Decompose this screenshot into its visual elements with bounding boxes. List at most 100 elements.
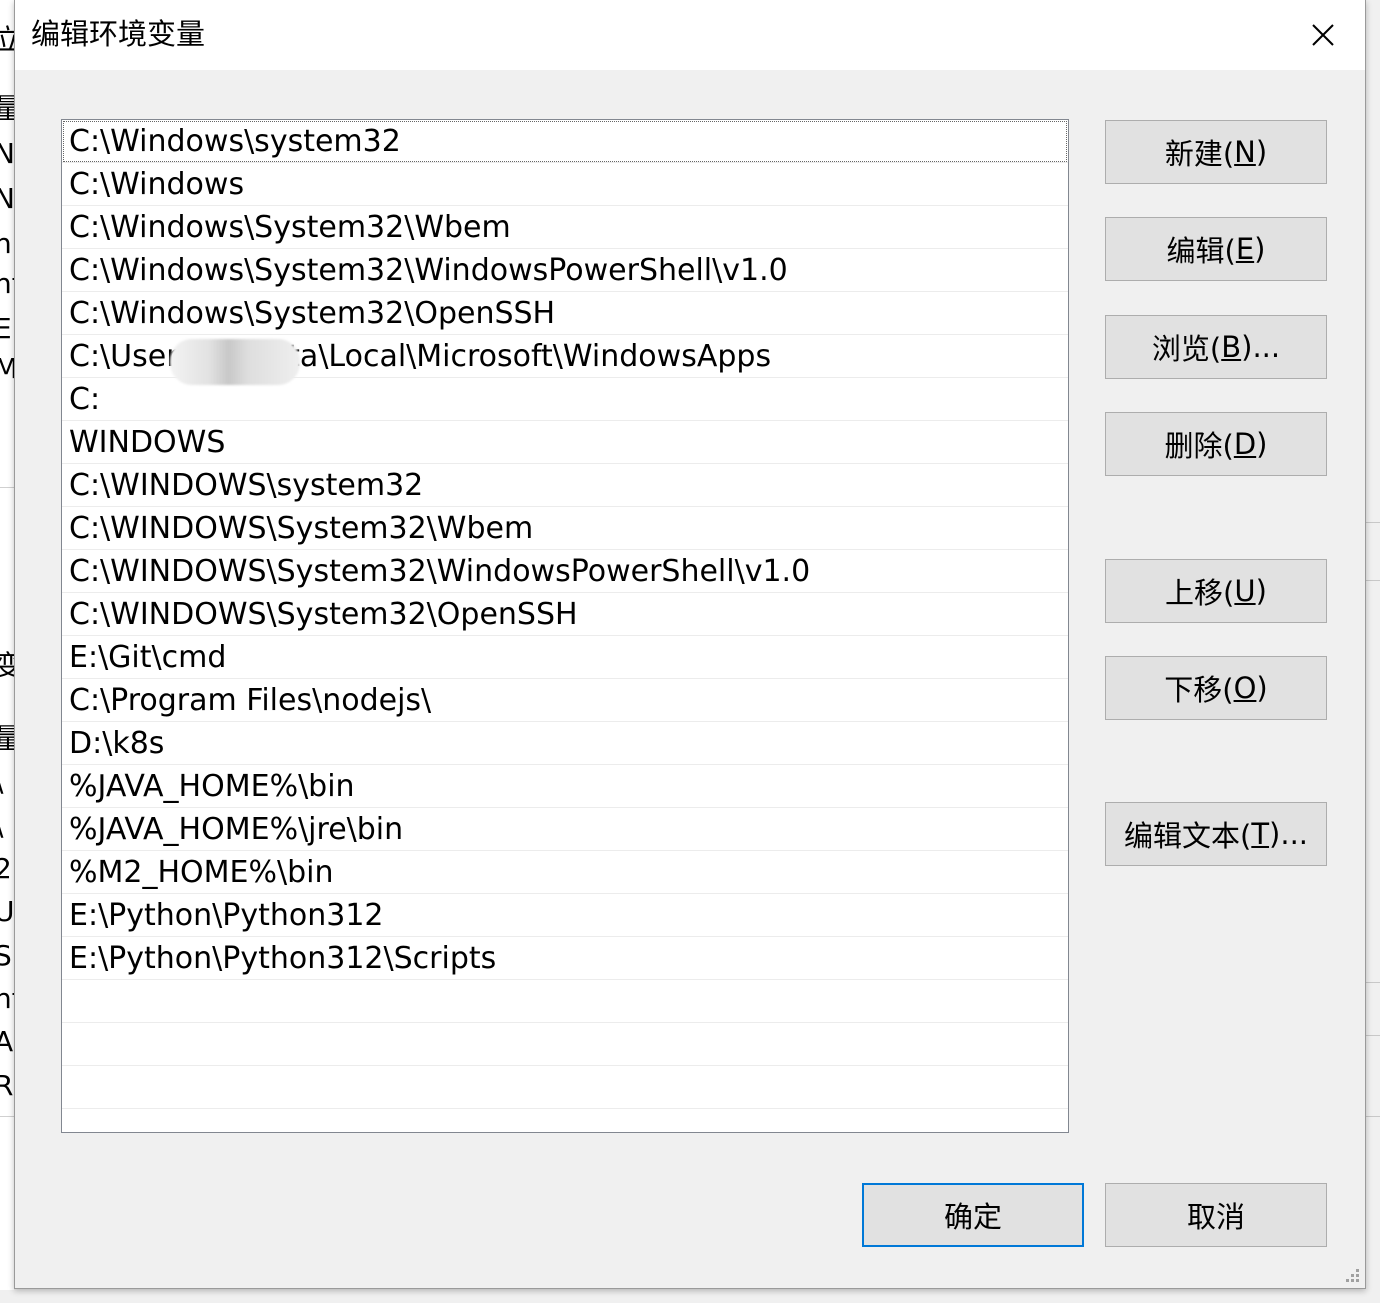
background-divider [1366, 1035, 1380, 1036]
path-text: WINDOWS [69, 425, 226, 460]
button-label: 浏览( [1151, 332, 1222, 366]
background-text: N [0, 182, 14, 215]
browse-button[interactable]: 浏览(B)... [1105, 315, 1327, 379]
path-text: E:\Git\cmd [69, 640, 227, 675]
resize-grip-icon[interactable] [1339, 1262, 1361, 1284]
title-bar: 编辑环境变量 [15, 0, 1365, 70]
path-list-item[interactable]: C:\Windows\system32 [62, 120, 1068, 163]
background-divider [0, 487, 14, 488]
path-list-item[interactable]: %M2_HOME%\bin [62, 851, 1068, 894]
path-list-item[interactable] [62, 1066, 1068, 1109]
path-text: D:\k8s [69, 726, 165, 761]
ok-button[interactable]: 确定 [862, 1183, 1084, 1247]
background-text: 量 [0, 725, 14, 753]
button-label: 下移( [1164, 673, 1234, 707]
close-button[interactable] [1281, 0, 1365, 70]
button-label: 编辑( [1166, 234, 1236, 268]
accelerator-key: O [1233, 671, 1257, 705]
edit-env-var-dialog: 编辑环境变量 C:\Windows\system32 C:\Windows C:\W… [14, 0, 1366, 1289]
background-text: R [0, 1069, 14, 1102]
path-list-item[interactable]: C:\Windows [62, 163, 1068, 206]
button-label: ) [1254, 232, 1266, 266]
background-text: N [0, 137, 14, 170]
path-text: %JAVA_HOME%\jre\bin [69, 812, 404, 847]
path-list-item[interactable]: %JAVA_HOME%\bin [62, 765, 1068, 808]
background-window-edge-right [1366, 0, 1380, 1303]
path-list-item[interactable]: D:\k8s [62, 722, 1068, 765]
move-up-button[interactable]: 上移(U) [1105, 559, 1327, 623]
dialog-title: 编辑环境变量 [31, 17, 206, 51]
path-list[interactable]: C:\Windows\system32 C:\Windows C:\Windows\… [61, 119, 1069, 1133]
background-text: \ [0, 768, 3, 796]
accelerator-key: E [1235, 232, 1255, 266]
new-button[interactable]: 新建(N) [1105, 120, 1327, 184]
path-list-item[interactable]: E:\Python\Python312 [62, 894, 1068, 937]
path-text: C:\Windows\System32\Wbem [69, 210, 511, 245]
button-label: 删除( [1164, 429, 1234, 463]
path-text: C:\Windows [69, 167, 245, 202]
delete-button[interactable]: 删除(D) [1105, 412, 1327, 476]
background-text: 变 [0, 652, 14, 680]
move-down-button[interactable]: 下移(O) [1105, 656, 1327, 720]
path-text: C:\WINDOWS\System32\OpenSSH [69, 597, 578, 632]
path-list-item[interactable]: C:\User AppData\Local\Microsoft\WindowsA… [62, 335, 1068, 385]
path-list-item[interactable]: C:\Windows\System32\OpenSSH [62, 292, 1068, 335]
background-text: 2 [0, 852, 12, 885]
path-list-item[interactable]: C:\Windows\System32\WindowsPowerShell\v1… [62, 249, 1068, 292]
background-text: 量 [0, 95, 14, 123]
path-list-item[interactable]: C:\WINDOWS\system32 [62, 464, 1068, 507]
path-list-item[interactable]: C:\Program Files\nodejs\ [62, 679, 1068, 722]
path-list-item[interactable]: WINDOWS [62, 421, 1068, 464]
path-text: C:\WINDOWS\System32\Wbem [69, 511, 534, 546]
path-list-item[interactable]: C:\WINDOWS\System32\OpenSSH [62, 593, 1068, 636]
background-window-edge: 立量NNnntENM变量\\2USntAR [0, 0, 14, 1303]
path-list-item[interactable]: E:\Python\Python312\Scripts [62, 937, 1068, 980]
path-list-item[interactable] [62, 1023, 1068, 1066]
button-label: 编辑文本( [1123, 819, 1252, 853]
button-label: ) [1256, 427, 1268, 461]
background-divider [1366, 1116, 1380, 1117]
path-text: E:\Python\Python312\Scripts [69, 941, 497, 976]
path-text: C:\Windows\System32\WindowsPowerShell\v1… [69, 253, 788, 288]
background-text: 立 [0, 26, 14, 54]
path-list-item[interactable]: C:\Windows\System32\Wbem [62, 206, 1068, 249]
accelerator-key: D [1233, 427, 1257, 461]
accelerator-key: B [1221, 330, 1242, 364]
path-text: C:\Windows\system32 [69, 124, 401, 159]
background-divider [1366, 522, 1380, 523]
path-text: E:\Python\Python312 [69, 898, 384, 933]
path-text: C:\Windows\System32\OpenSSH [69, 296, 556, 331]
background-divider [1366, 982, 1380, 983]
path-list-item[interactable] [62, 980, 1068, 1023]
background-text: nt [0, 267, 14, 300]
background-text: M [0, 352, 14, 385]
button-label: )... [1269, 817, 1308, 851]
background-text: U [0, 895, 14, 928]
path-text: C: [69, 382, 101, 417]
background-text: nt [0, 982, 14, 1015]
background-text: A [0, 1025, 14, 1058]
background-divider [1366, 580, 1380, 581]
accelerator-key: N [1234, 135, 1256, 169]
path-text: C:\Program Files\nodejs\ [69, 683, 432, 718]
path-text: C:\WINDOWS\System32\WindowsPowerShell\v1… [69, 554, 811, 589]
edit-text-button[interactable]: 编辑文本(T)... [1105, 802, 1327, 866]
button-label: ) [1256, 671, 1268, 705]
path-text: %JAVA_HOME%\bin [69, 769, 355, 804]
path-list-item[interactable]: C:\WINDOWS\System32\WindowsPowerShell\v1… [62, 550, 1068, 593]
path-text: %M2_HOME%\bin [69, 855, 334, 890]
button-label: ) [1255, 574, 1267, 608]
path-list-item[interactable]: C: [62, 378, 1068, 421]
accelerator-key: T [1251, 817, 1270, 851]
edit-button[interactable]: 编辑(E) [1105, 217, 1327, 281]
background-text: EN [0, 312, 14, 345]
path-list-item[interactable]: %JAVA_HOME%\jre\bin [62, 808, 1068, 851]
button-label: 上移( [1165, 576, 1235, 610]
background-text: n [0, 227, 12, 260]
button-label: ) [1255, 135, 1268, 169]
path-list-item[interactable]: E:\Git\cmd [62, 636, 1068, 679]
background-divider [0, 1116, 14, 1117]
button-label: 取消 [1186, 1200, 1245, 1234]
path-list-item[interactable]: C:\WINDOWS\System32\Wbem [62, 507, 1068, 550]
cancel-button[interactable]: 取消 [1105, 1183, 1327, 1247]
